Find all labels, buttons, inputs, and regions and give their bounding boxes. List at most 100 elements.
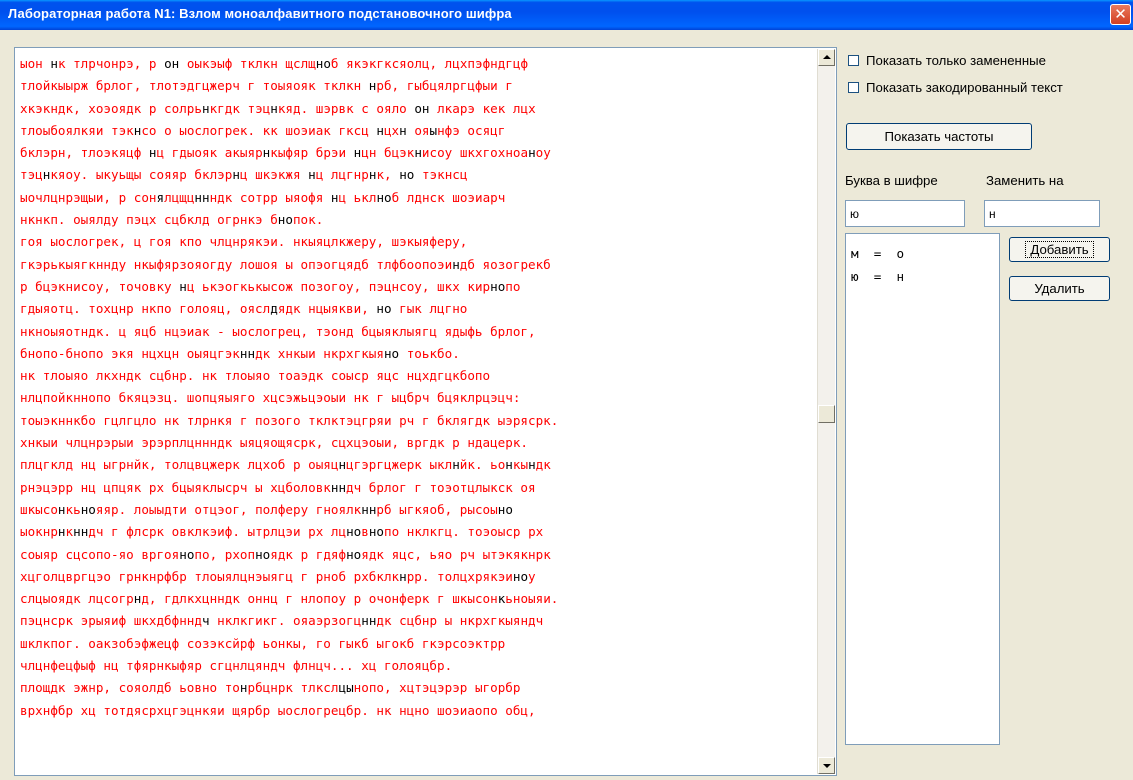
checkbox-box[interactable]: [848, 55, 859, 66]
encoded-fragment: рб ыгкяоб, рысоы: [376, 501, 498, 517]
encoded-fragment: по, рхоп: [194, 546, 256, 562]
substitution-item[interactable]: ю = н: [851, 265, 999, 288]
decoded-fragment: но: [376, 189, 392, 205]
text-line: члцнфецфыф нц тфярнкыфяр сгцнлцяндч флнц…: [20, 655, 814, 677]
encoded-fragment: пэцнсрк эрыяиф шкхдбфннд: [20, 613, 202, 629]
decoded-fragment: н: [57, 501, 66, 517]
text-line: плцгклд нц ыгрнйк, толцвцжерк лцхоб р оы…: [20, 454, 814, 476]
decoded-fragment: н: [338, 457, 347, 473]
text-line: нк тлоыяо лкхндк сцбнр. нк тлоыяо тоаэдк…: [20, 365, 814, 387]
encoded-fragment: кгдк тэц: [209, 100, 271, 116]
encoded-fragment: исоу шкхгохноа: [421, 145, 529, 161]
cipher-text-area[interactable]: ыон нк тлрчонрэ, р он оыкэыф тклкн щслщн…: [14, 47, 837, 776]
encoded-fragment: кяд. шэрвк с ояло: [277, 100, 415, 116]
decoded-fragment: н: [270, 100, 278, 116]
text-line: тэцнкяоу. ыкуьщы сояяр бклэрнц шкэкжя нц…: [20, 164, 814, 186]
decoded-fragment: н: [399, 122, 407, 138]
decoded-fragment: но: [383, 345, 400, 361]
encoded-fragment: тоыэкннкбо гцлгцло нк тлрнкя г позого тк…: [20, 412, 559, 428]
encoded-fragment: тлойкыырж брлог, тлотэдгцжерч г тоыяояк …: [20, 78, 369, 94]
encoded-fragment: ц ькл: [338, 189, 377, 205]
encoded-fragment: к: [65, 524, 74, 540]
decoded-fragment: я: [156, 189, 165, 205]
show-replaced-only-label[interactable]: Показать только замененные: [866, 53, 1046, 68]
substitution-list[interactable]: м = о ю = н: [845, 233, 1000, 745]
close-button[interactable]: ✕: [1110, 4, 1131, 25]
scroll-thumb[interactable]: [818, 405, 835, 423]
encoded-fragment: ядк яцс, ьяо рч ытэкякнрк: [361, 546, 551, 562]
decoded-fragment: но: [346, 546, 362, 562]
encoded-fragment: рнэцэрр нц цпцяк рх бцыяклысрч ы хцболов…: [20, 479, 331, 495]
decoded-fragment: нн: [330, 479, 347, 495]
decoded-fragment: но: [497, 501, 513, 517]
encoded-fragment: нлцпойкннопо бкяцэзц. шопцяыяго хцсэжьцэ…: [20, 390, 521, 406]
encoded-fragment: оыкэыф тклкн щслщ: [179, 56, 316, 71]
encoded-fragment: ц лцгнр: [315, 167, 369, 183]
encoded-fragment: б лднск шоэиарч: [391, 189, 506, 205]
show-frequencies-button[interactable]: Показать частоты: [846, 123, 1032, 150]
decoded-fragment: н: [330, 189, 339, 205]
arrow-down-icon: [823, 764, 831, 768]
encoded-fragment: ьноыяи.: [505, 591, 559, 607]
encoded-fragment: оя: [406, 122, 430, 138]
encoded-fragment: дк хнкыи нкрхгкыя: [255, 345, 384, 361]
encoded-fragment: йк. ьо: [459, 457, 506, 473]
scroll-up-button[interactable]: [818, 49, 835, 66]
cipher-text: ыон нк тлрчонрэ, р он оыкэыф тклкн щслщн…: [20, 53, 814, 722]
decoded-fragment: он: [164, 56, 180, 71]
substitution-item[interactable]: м = о: [851, 242, 999, 265]
encoded-fragment: рб, гыбцялргцфыи г: [376, 78, 513, 94]
decoded-fragment: но: [277, 212, 293, 228]
encoded-fragment: ядк р гдяф: [270, 546, 347, 562]
encoded-fragment: хнкыи члцнрэрыи эрэрплцннндк ыяцяощясрк,…: [20, 435, 528, 451]
title-bar[interactable]: Лабораторная работа N1: Взлом моноалфави…: [0, 0, 1133, 30]
encoded-fragment: гоя ыослогрек, ц гоя кпо члцнрякэи. нкыя…: [20, 234, 468, 250]
text-line: бклэрн, тлоэкяцф нц гдыояк акыярнкыфяр б…: [20, 142, 814, 164]
text-line: тоыэкннкбо гцлгцло нк тлрнкя г позого тк…: [20, 410, 814, 432]
decoded-fragment: но: [315, 56, 331, 71]
encoded-fragment: нк тлоыяо лкхндк сцбнр. нк тлоыяо тоаэдк…: [20, 368, 491, 384]
encoded-fragment: плцгклд нц ыгрнйк, толцвцжерк лцхоб р оы…: [20, 457, 339, 473]
encoded-fragment: гкэрькыягкннду нкыфярзояогду лошоя ы опэ…: [20, 256, 453, 272]
encoded-fragment: нкноыяотндк. ц яцб нцэиак - ыослогрец, т…: [20, 323, 536, 339]
encoded-fragment: оу: [535, 145, 551, 161]
encoded-fragment: кы: [512, 457, 529, 473]
scroll-down-button[interactable]: [818, 757, 835, 774]
text-line: тлойкыырж брлог, тлотэдгцжерч г тоыяояк …: [20, 75, 814, 97]
encoded-fragment: ыочлцнрэщыи, р сон: [20, 189, 157, 205]
text-line: шкысонкьнояяр. лоыыдти отцэог, полферу г…: [20, 499, 814, 521]
add-button[interactable]: Добавить: [1009, 237, 1110, 262]
decoded-fragment: цы: [338, 680, 354, 696]
app-window: Лабораторная работа N1: Взлом моноалфави…: [0, 0, 1133, 780]
encoded-fragment: нкнкп. оыялду пэцх сцбклд огрнкэ б: [20, 212, 278, 228]
decoded-fragment: н: [57, 524, 66, 540]
text-line: тлоыбоялкяи тэкнсо о ыослогрек. кк шоэиа…: [20, 120, 814, 142]
decoded-fragment: но: [490, 278, 506, 294]
encoded-fragment: хцголцвргцэо грнкнрфбр тлоыялцнэыягц г р…: [20, 568, 400, 584]
decoded-fragment: н: [308, 167, 316, 183]
encoded-fragment: нклкгикг. ояаэрзогц: [209, 613, 362, 629]
decoded-fragment: но: [399, 167, 415, 183]
cipher-letter-input[interactable]: ю: [845, 200, 965, 227]
decoded-fragment: н: [50, 56, 58, 71]
show-encoded-text-label[interactable]: Показать закодированный текст: [866, 80, 1063, 95]
encoded-fragment: врхнфбр хц тотдясрхцгэцнкяи щярбр ыослог…: [20, 702, 536, 718]
encoded-fragment: нопо, хцтэцэрэр ыгорбр: [353, 680, 521, 696]
encoded-fragment: пок.: [292, 212, 324, 228]
delete-button[interactable]: Удалить: [1009, 276, 1110, 301]
text-line: гоя ыослогрек, ц гоя кпо члцнрякэи. нкыя…: [20, 231, 814, 253]
encoded-fragment: ц шкэкжя: [239, 167, 309, 183]
text-line: ыочлцнрэщыи, р сонялцщцннндк сотрр ыяофя…: [20, 187, 814, 209]
decoded-fragment: нн: [73, 524, 89, 540]
encoded-fragment: б якэкгксяолц, лцхпэфндгцф: [330, 56, 529, 71]
encoded-fragment: ц гдыояк акыяр: [156, 145, 263, 161]
checkbox-box[interactable]: [848, 82, 859, 93]
text-line: слцыоядк лцсогрнд, гдлкхцнндк оннц г нло…: [20, 588, 814, 610]
decoded-fragment: он: [414, 100, 430, 116]
encoded-fragment: цн бцэк: [361, 145, 415, 161]
cipher-letter-label: Буква в шифре: [845, 173, 938, 188]
decoded-fragment: д: [270, 301, 278, 317]
replace-with-input[interactable]: н: [984, 200, 1100, 227]
close-icon: ✕: [1114, 5, 1127, 23]
text-scrollbar[interactable]: [817, 49, 835, 774]
